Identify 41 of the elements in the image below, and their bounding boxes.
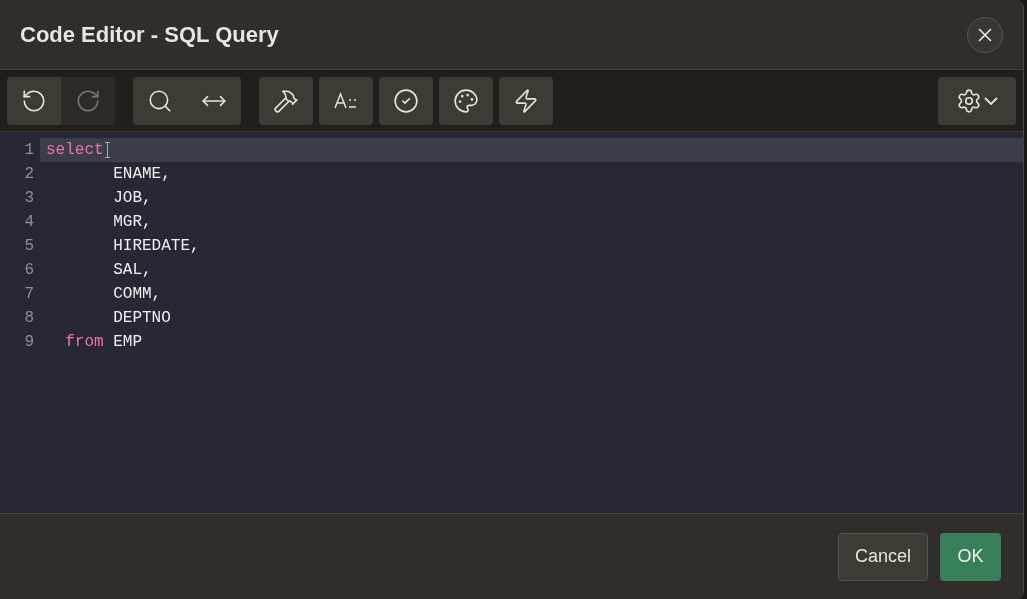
- line-number: 7: [23, 284, 35, 305]
- text-cursor-icon: [105, 142, 110, 158]
- palette-icon: [453, 87, 479, 114]
- code-line: DEPTNO: [112, 308, 171, 329]
- code-line: JOB,: [112, 188, 152, 209]
- line-number: 3: [23, 188, 35, 209]
- cancel-button[interactable]: Cancel: [838, 532, 928, 581]
- line-number: 6: [23, 260, 35, 281]
- code-editor[interactable]: 1 select 2 ENAME, 3 JOB, 4 MGR, 5 HIREDATE, 6 SAL, 7 COMM, 8 DEPTNO 9 from EMP: [0, 132, 1023, 513]
- line-number: 8: [23, 308, 35, 329]
- code-line: from EMP: [64, 332, 142, 353]
- ok-button[interactable]: OK: [940, 532, 1001, 581]
- undo-icon: [21, 87, 47, 114]
- toolbar-button[interactable]: [133, 76, 187, 125]
- close-button[interactable]: [967, 16, 1003, 53]
- code-line: HIREDATE,: [112, 236, 200, 257]
- redo-icon: [75, 87, 101, 114]
- toolbar-button[interactable]: [499, 76, 553, 125]
- settings-menu-button[interactable]: [938, 76, 1016, 125]
- toolbar-button[interactable]: [259, 76, 313, 125]
- code-line: select: [46, 140, 104, 161]
- code-line: ENAME,: [112, 164, 171, 185]
- code-line: SAL,: [112, 260, 152, 281]
- chevron-down-icon: [984, 96, 998, 105]
- line-number: 2: [23, 164, 35, 185]
- line-number: 1: [23, 140, 35, 161]
- toolbar-button[interactable]: [7, 76, 61, 125]
- line-number: 4: [23, 212, 35, 233]
- settings-icon: [956, 87, 982, 114]
- toolbar-button[interactable]: [379, 76, 433, 125]
- dialog-title: Code Editor - SQL Query: [20, 21, 279, 49]
- toolbar-button[interactable]: [439, 76, 493, 125]
- toolbar-button[interactable]: [187, 76, 241, 125]
- code-line: MGR,: [112, 212, 152, 233]
- lightning-icon: [513, 87, 539, 114]
- hammer-icon: [273, 87, 299, 114]
- line-number: 5: [23, 236, 35, 257]
- check-circle-icon: [393, 87, 419, 114]
- line-number: 9: [23, 332, 35, 353]
- toolbar-button[interactable]: [319, 76, 373, 125]
- code-line: COMM,: [112, 284, 162, 305]
